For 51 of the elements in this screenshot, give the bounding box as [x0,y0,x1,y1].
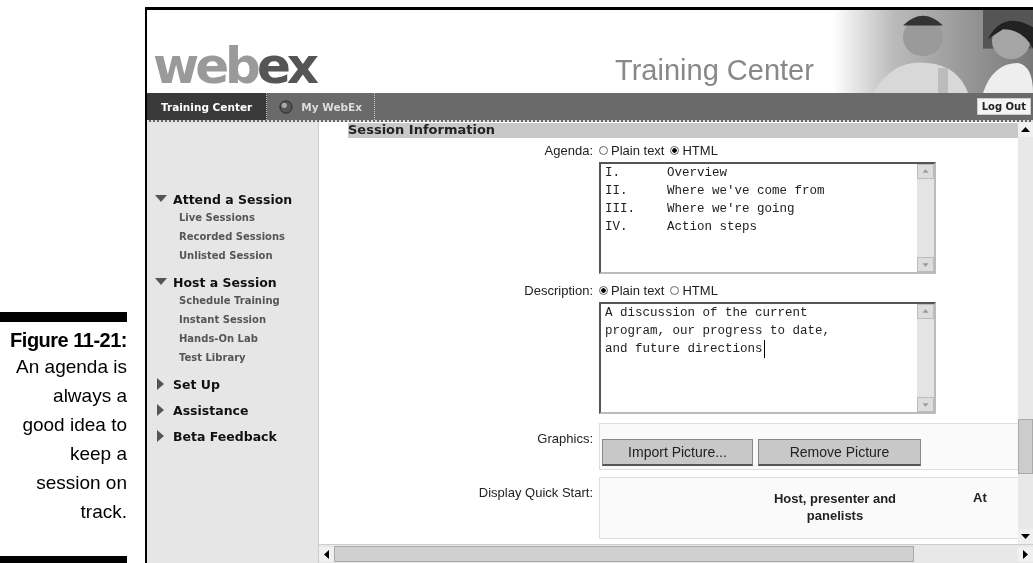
radio-option[interactable]: HTML [670,283,718,298]
column-header: Host, presenter and panelists [772,490,898,524]
section-header: Session Information [348,123,1018,138]
sidebar-section[interactable]: Set Up [155,375,318,393]
scroll-up-icon[interactable] [1018,122,1033,137]
figure-caption: An agenda is always a good idea to keep a session on track. [15,355,127,524]
picture-button[interactable]: Remove Picture [758,439,921,466]
scroll-thumb[interactable] [1018,419,1033,474]
column-header: At [973,490,987,505]
vertical-scrollbar[interactable] [1018,122,1033,544]
horizontal-scrollbar[interactable] [319,544,1033,563]
sidebar-link[interactable]: Schedule Training [179,291,318,310]
sidebar-section[interactable]: Host a Session [155,273,318,291]
field-label: Display Quick Start: [477,485,594,500]
radio-option[interactable]: HTML [670,143,718,158]
agenda-line: Action steps [667,220,757,234]
site-title: Training Center [615,56,814,85]
agenda-line: Where we've come from [667,184,825,198]
figure-number: Figure 11-21: [9,329,127,352]
radio-option[interactable]: Plain text [599,283,665,298]
list-number: I. [605,165,621,182]
description-line: A discussion of the current [605,305,809,322]
nav-tab[interactable]: My WebEx [267,93,375,120]
sidebar-section[interactable]: Beta Feedback [155,427,318,445]
sidebar-section[interactable]: Assistance [155,401,318,419]
field-label: Agenda: [543,143,594,158]
list-number: II. [605,183,629,200]
scroll-left-icon[interactable] [319,546,334,562]
logo: webex [153,41,316,91]
sidebar-link[interactable]: Instant Session [179,310,318,329]
logout-button[interactable]: Log Out [976,98,1031,115]
agenda-line: Overview [667,166,727,180]
sidebar-link[interactable]: Hands-On Lab [179,329,318,348]
agenda-line: Where we're going [667,202,795,216]
sidebar-link[interactable]: Test Library [179,348,318,367]
description-line: program, our progress to date, [605,323,832,340]
list-number: IV. [605,219,629,236]
scroll-thumb[interactable] [334,546,914,562]
sidebar-section[interactable]: Attend a Session [155,190,318,208]
scroll-down-icon[interactable] [1018,529,1033,544]
sidebar-link[interactable]: Live Sessions [179,208,318,227]
list-number: III. [605,201,636,218]
description-line: and future directions [605,340,765,358]
sidebar-link[interactable]: Unlisted Session [179,246,318,265]
picture-button[interactable]: Import Picture... [602,439,753,466]
field-label: Graphics: [536,431,594,446]
sidebar-link[interactable]: Recorded Sessions [179,227,318,246]
scroll-right-icon[interactable] [1018,546,1033,562]
field-label: Description: [523,283,594,298]
nav-tab[interactable]: Training Center [147,93,268,120]
radio-option[interactable]: Plain text [599,143,665,158]
